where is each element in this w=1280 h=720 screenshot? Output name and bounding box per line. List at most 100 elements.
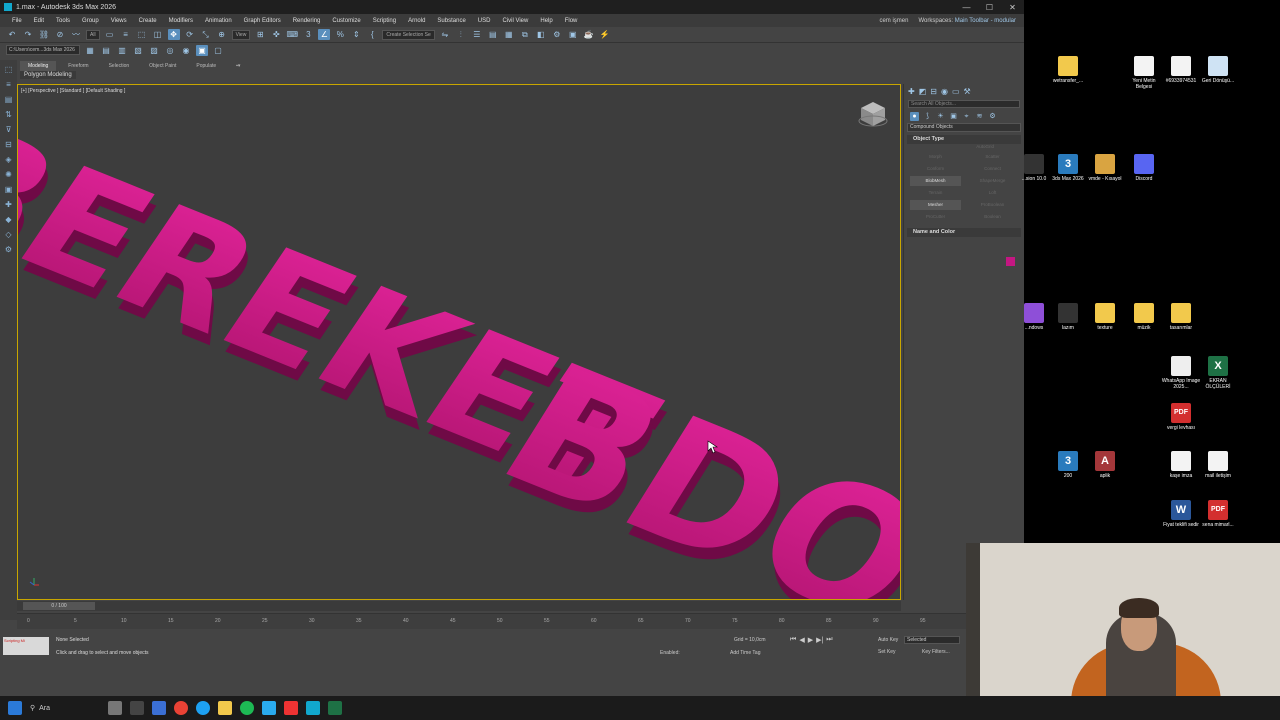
link-icon[interactable]: ⛓ (38, 29, 50, 40)
object-color-swatch[interactable] (1006, 257, 1015, 266)
viewcube-icon[interactable] (858, 99, 888, 129)
menu-animation[interactable]: Animation (199, 18, 238, 24)
select-and-rotate-icon[interactable]: ⟳ (184, 29, 196, 40)
excel-taskbar-icon[interactable] (328, 701, 342, 715)
render-production-icon[interactable]: ☕ (583, 29, 595, 40)
geometry-category-icon[interactable]: ● (910, 111, 919, 121)
systems-category-icon[interactable]: ⚙ (988, 112, 997, 121)
menu-graph-editors[interactable]: Graph Editors (238, 18, 287, 24)
keyboard-shortcut-override-icon[interactable]: ⌨ (286, 29, 299, 40)
scatter-button[interactable]: Scatter (967, 152, 1018, 162)
project-path-field[interactable]: C:\Users\cem...3ds Max 2026 (6, 45, 80, 55)
menu-scripting[interactable]: Scripting (367, 18, 402, 24)
file-explorer-icon[interactable] (218, 701, 232, 715)
helpers-category-icon[interactable]: ⌖ (962, 112, 971, 121)
start-icon[interactable] (8, 701, 22, 715)
menu-edit[interactable]: Edit (28, 18, 50, 24)
spinner-snap-icon[interactable]: ⇕ (350, 29, 362, 40)
object-search-input[interactable]: Search All Objects... (908, 100, 1020, 108)
maximize-button[interactable]: ☐ (978, 3, 1001, 12)
align-icon[interactable]: ⫶ (455, 29, 467, 40)
redo-icon[interactable]: ↷ (22, 29, 34, 40)
desktop-icon-200[interactable]: 3 200 (1048, 451, 1088, 479)
maxscript-listener[interactable]: Scripting Mi (3, 637, 49, 655)
hierarchy-icon[interactable]: ⊟ (3, 139, 14, 150)
snapshot-icon[interactable]: ▢ (212, 45, 224, 56)
previous-frame-icon[interactable]: ◀ (799, 636, 804, 644)
chrome-icon[interactable] (174, 701, 188, 715)
angle-snap-icon[interactable]: ∠ (318, 29, 331, 40)
unlink-icon[interactable]: ⊘ (54, 29, 66, 40)
desktop-icon-yeni-metin[interactable]: Yeni Metin Belgesi (1124, 56, 1164, 90)
task-view-icon[interactable] (130, 701, 144, 715)
desktop-icon-aplik[interactable]: Aaplik (1085, 451, 1125, 479)
opera-icon[interactable] (284, 701, 298, 715)
desktop-icon-3dsmax[interactable]: 3 3ds Max 2026 (1048, 154, 1088, 182)
adaptive-degradation-toggle[interactable]: Enabled: (660, 650, 680, 656)
scene-explorer-icon[interactable]: ▤ (487, 29, 499, 40)
track-bar[interactable]: 0 5 10 15 20 25 30 35 40 45 50 55 60 65 … (17, 613, 967, 629)
select-and-scale-icon[interactable]: ⤡ (200, 29, 212, 40)
open-file-icon[interactable]: ▤ (100, 45, 112, 56)
desktop-icon-discord[interactable]: Discord (1124, 154, 1164, 182)
menu-customize[interactable]: Customize (326, 18, 366, 24)
next-frame-icon[interactable]: ▶| (816, 636, 823, 644)
object-type-rollout[interactable]: Object Type (907, 135, 1021, 144)
container-icon[interactable]: ▣ (196, 44, 208, 56)
snaps-toggle-icon[interactable]: 3 (302, 29, 314, 40)
set-key-button[interactable]: Set Key (878, 649, 896, 655)
sort-icon[interactable]: ⇅ (3, 109, 14, 120)
key-filters-button[interactable]: Key Filters... (922, 649, 950, 655)
name-and-color-rollout[interactable]: Name and Color (907, 228, 1021, 237)
spotify-icon[interactable] (240, 701, 254, 715)
key-selection-dropdown[interactable]: Selected (904, 636, 960, 644)
desktop-icon-tasarimlar[interactable]: tasarımlar (1161, 303, 1201, 331)
proboolean-button[interactable]: ProBoolean (967, 200, 1018, 210)
ribbon-options-icon[interactable]: ▪▾ (228, 61, 248, 71)
play-icon[interactable]: ▶ (808, 636, 813, 644)
rendered-frame-icon[interactable]: ▣ (567, 29, 579, 40)
perspective-viewport[interactable]: [+] [Perspective ] [Standard ] [Default … (17, 84, 901, 600)
export-icon[interactable]: ▨ (148, 45, 160, 56)
terrain-button[interactable]: Terrain (910, 188, 961, 198)
select-by-name-icon[interactable]: ≡ (120, 29, 132, 40)
pivot-center-icon[interactable]: ⊞ (254, 29, 266, 40)
save-file-icon[interactable]: ▥ (116, 45, 128, 56)
desktop-icon-mail-iletisim[interactable]: mail iletişim (1198, 451, 1238, 479)
desktop-icon-whatsapp-image[interactable]: WhatsApp Image 2025... (1161, 356, 1201, 390)
desktop-icon-number-doc[interactable]: #6933974531 (1161, 56, 1201, 84)
edge-icon[interactable] (196, 701, 210, 715)
auto-key-button[interactable]: Auto Key (878, 637, 898, 643)
render-setup-icon[interactable]: ⚙ (551, 29, 563, 40)
mesher-button[interactable]: Mesher (910, 200, 961, 210)
render-iterative-icon[interactable]: ⚡ (599, 29, 611, 40)
tab-modeling[interactable]: Modeling (20, 61, 57, 71)
select-object-icon[interactable]: ▭ (104, 29, 116, 40)
menu-help[interactable]: Help (534, 18, 558, 24)
xref-icon[interactable]: ◎ (164, 45, 176, 56)
boolean-button[interactable]: Boolean (967, 212, 1018, 222)
select-and-place-icon[interactable]: ⊕ (216, 29, 228, 40)
desktop-icon-sena-mimarl[interactable]: PDF sena mimarl... (1198, 500, 1238, 528)
mirror-icon[interactable]: ⇋ (439, 29, 451, 40)
named-selection-dropdown[interactable]: Create Selection Se (382, 29, 435, 40)
menu-group[interactable]: Group (76, 18, 105, 24)
go-to-start-icon[interactable]: ⏮ (790, 636, 796, 644)
conform-button[interactable]: Conform (910, 164, 961, 174)
asset-tracking-icon[interactable]: ◉ (180, 45, 192, 56)
menu-create[interactable]: Create (133, 18, 163, 24)
menu-views[interactable]: Views (105, 18, 133, 24)
scene-list-icon[interactable]: ≡ (3, 79, 14, 90)
selection-filter-dropdown[interactable]: All (86, 29, 100, 40)
lights-category-icon[interactable]: ☀ (936, 112, 945, 121)
desktop-icon-vergi-levhasi[interactable]: PDF vergi levhası (1161, 403, 1201, 431)
reference-coordinate-dropdown[interactable]: View (231, 29, 251, 40)
go-to-end-icon[interactable]: ⏭ (826, 636, 832, 644)
blobmesh-button[interactable]: BlobMesh (910, 176, 961, 186)
desktop-icon-texture[interactable]: texture (1085, 303, 1125, 331)
menu-modifiers[interactable]: Modifiers (163, 18, 199, 24)
modify-tab-icon[interactable]: ◩ (919, 87, 927, 96)
desktop-icon-recycle-bin[interactable]: Geri Dönüşü... (1198, 56, 1238, 84)
utilities-tab-icon[interactable]: ⚒ (964, 87, 971, 96)
desktop-icon-vmde[interactable]: vmde - Kısayol (1085, 154, 1125, 182)
